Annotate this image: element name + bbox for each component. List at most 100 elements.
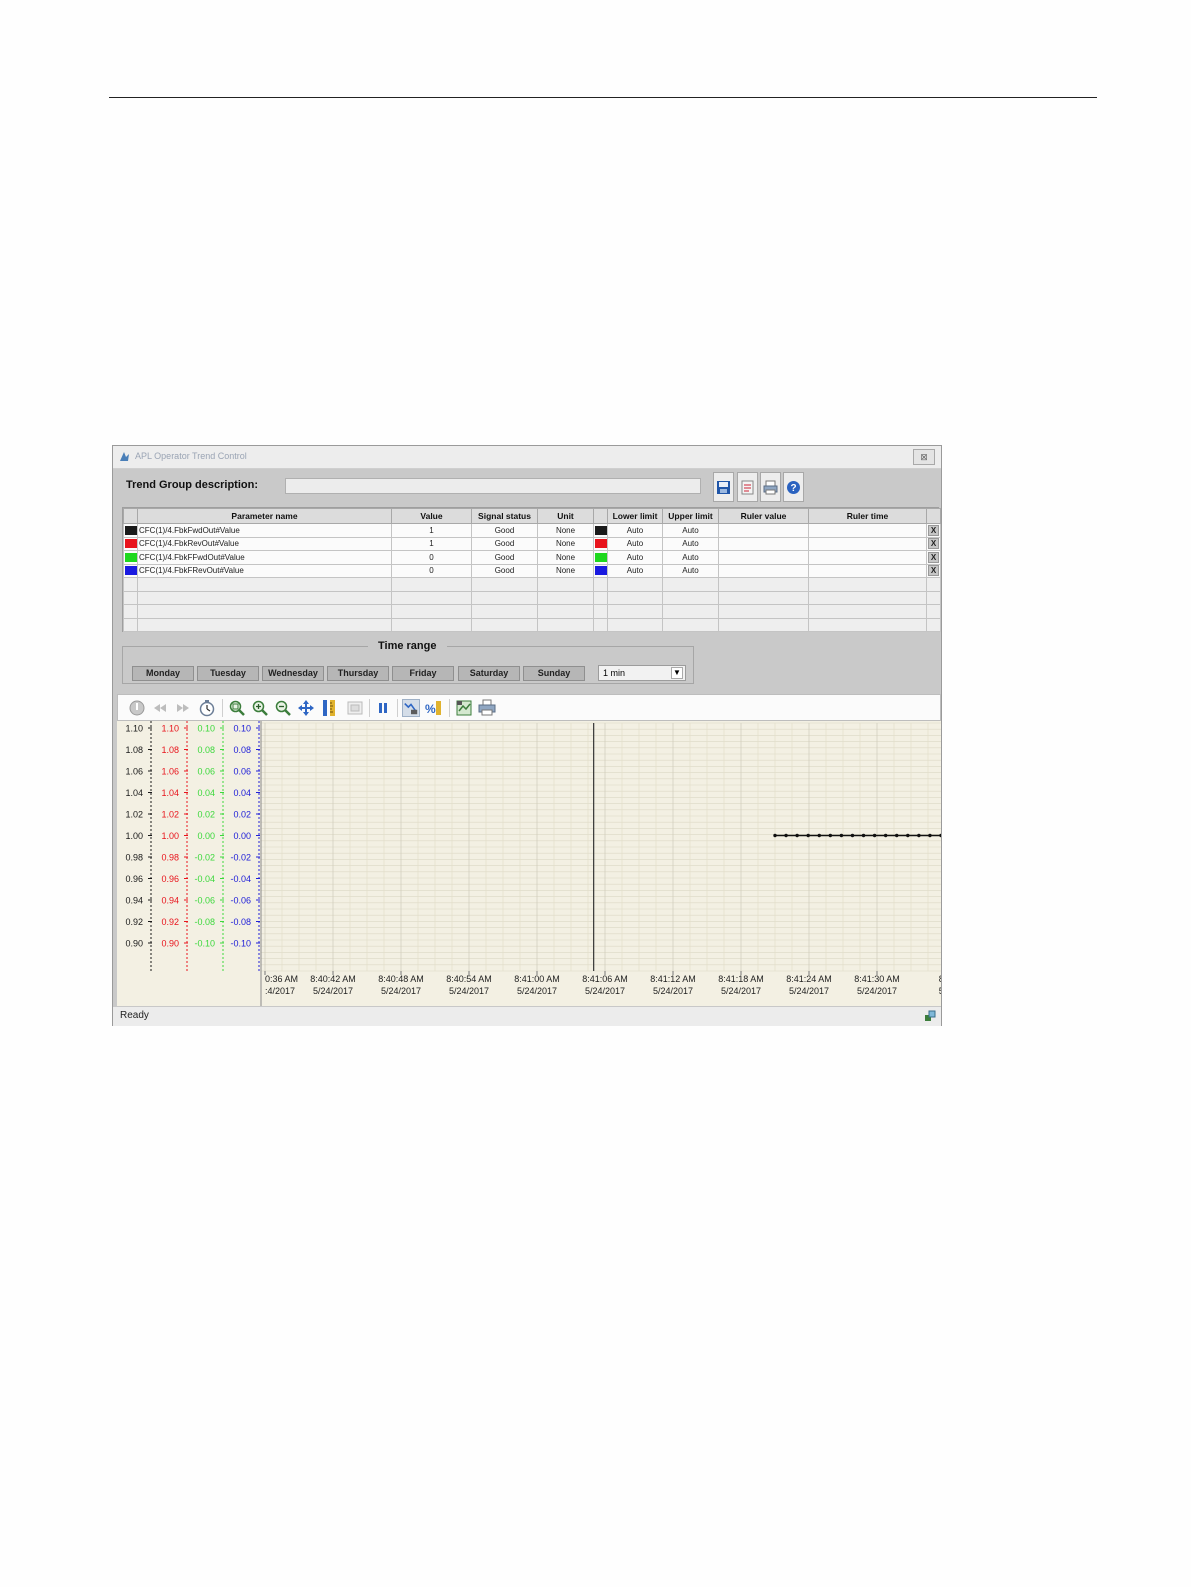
trend-chart[interactable]: 1.10 1.08 1.06 1.04 1.02 1.00 0.98 0.96 0.94 0.92…	[117, 721, 951, 1006]
pause-icon[interactable]	[374, 699, 392, 717]
ruler-icon[interactable]	[320, 699, 338, 717]
y-tick-label: 0.92	[125, 917, 143, 927]
scroll-forward-icon[interactable]	[174, 699, 192, 717]
y-tick-label: 1.10	[161, 724, 179, 734]
y-tick-label: -0.06	[230, 896, 251, 906]
table-row[interactable]: CFC(1)/4.FbkFRevOut#Value 0 Good None Auto Au…	[123, 563, 941, 578]
ruler-value-cell[interactable]	[718, 536, 809, 551]
column-header[interactable]: Ruler value	[718, 508, 809, 524]
upper-limit-cell[interactable]: Auto	[662, 523, 719, 538]
start-stop-icon[interactable]	[128, 699, 146, 717]
ruler-value-cell[interactable]	[718, 550, 809, 565]
x-tick-date: 5/24/2017	[789, 986, 829, 996]
column-header[interactable]: Upper limit	[662, 508, 719, 524]
y-tick-label: 1.06	[161, 767, 179, 777]
original-view-icon[interactable]	[346, 699, 364, 717]
column-header[interactable]: Value	[391, 508, 472, 524]
window-title: APL Operator Trend Control	[135, 451, 247, 461]
table-row[interactable]: CFC(1)/4.FbkFFwdOut#Value 0 Good None Auto Au…	[123, 550, 941, 565]
column-header[interactable]: Ruler time	[808, 508, 927, 524]
empty-cell	[593, 604, 608, 619]
percent-icon[interactable]: %	[424, 699, 442, 717]
empty-cell	[607, 604, 663, 619]
trend-group-input[interactable]	[285, 478, 701, 494]
column-header[interactable]: Unit	[537, 508, 594, 524]
remove-row-button[interactable]: X	[928, 538, 939, 550]
lower-limit-cell[interactable]: Auto	[607, 536, 663, 551]
value-cell: 0	[391, 563, 472, 578]
zoom-in-icon[interactable]	[251, 699, 269, 717]
empty-cell	[718, 590, 809, 605]
color-swatch[interactable]	[125, 566, 137, 576]
zoom-out-icon[interactable]	[274, 699, 292, 717]
trend-chart-svg: 1.10 1.08 1.06 1.04 1.02 1.00 0.98 0.96 0.94 0.92…	[117, 721, 951, 1006]
table-row[interactable]: CFC(1)/4.FbkFwdOut#Value 1 Good None Auto Aut…	[123, 523, 941, 538]
lower-limit-cell[interactable]: Auto	[607, 523, 663, 538]
empty-cell	[123, 590, 138, 605]
ruler-time-cell[interactable]	[808, 550, 927, 565]
chevron-down-icon[interactable]: ▼	[671, 667, 683, 679]
color-swatch[interactable]	[125, 525, 137, 535]
lower-limit-cell[interactable]: Auto	[607, 563, 663, 578]
y-tick-label: 0.94	[161, 896, 179, 906]
unit-cell: None	[537, 523, 594, 538]
network-status-icon	[925, 1010, 936, 1021]
series-point	[917, 833, 921, 838]
load-button[interactable]	[737, 472, 758, 502]
empty-cell	[808, 590, 927, 605]
save-button[interactable]	[713, 472, 734, 502]
online-trend-icon[interactable]	[402, 699, 420, 717]
upper-limit-cell[interactable]: Auto	[662, 563, 719, 578]
move-icon[interactable]	[297, 699, 315, 717]
limit-color-swatch[interactable]	[595, 525, 607, 535]
y-tick-label: 0.98	[161, 853, 179, 863]
x-tick-time: 8:41:06 AM	[582, 974, 628, 984]
print-trend-icon[interactable]	[478, 699, 496, 717]
limit-color-swatch[interactable]	[595, 552, 607, 562]
scroll-back-icon[interactable]	[151, 699, 169, 717]
column-header[interactable]: Signal status	[471, 508, 538, 524]
thursday-button[interactable]: Thursday	[327, 666, 389, 681]
column-header[interactable]: Parameter name	[137, 508, 392, 524]
ruler-time-cell[interactable]	[808, 523, 927, 538]
zoom-area-icon[interactable]	[228, 699, 246, 717]
column-header[interactable]: Lower limit	[607, 508, 663, 524]
remove-row-button[interactable]: X	[928, 524, 939, 536]
timer-icon[interactable]	[198, 699, 216, 717]
empty-cell	[808, 577, 927, 592]
series-point	[850, 833, 855, 838]
color-swatch[interactable]	[125, 539, 137, 549]
tuesday-button[interactable]: Tuesday	[197, 666, 259, 681]
export-icon[interactable]	[455, 699, 473, 717]
upper-limit-cell[interactable]: Auto	[662, 536, 719, 551]
y-tick-label: 0.10	[197, 724, 215, 734]
ruler-time-cell[interactable]	[808, 563, 927, 578]
monday-button[interactable]: Monday	[132, 666, 194, 681]
series-point	[906, 833, 910, 838]
parameter-name-cell: CFC(1)/4.FbkFwdOut#Value	[137, 523, 392, 538]
window-close-button[interactable]: ⊠	[913, 449, 935, 465]
saturday-button[interactable]: Saturday	[458, 666, 520, 681]
wednesday-button[interactable]: Wednesday	[262, 666, 324, 681]
print-button[interactable]	[760, 472, 781, 502]
color-swatch[interactable]	[125, 552, 137, 562]
remove-row-button[interactable]: X	[928, 551, 939, 563]
ruler-time-cell[interactable]	[808, 536, 927, 551]
upper-limit-cell[interactable]: Auto	[662, 550, 719, 565]
y-tick-label: -0.10	[230, 939, 251, 949]
x-tick-date: 5/24/2017	[585, 986, 625, 996]
ruler-value-cell[interactable]	[718, 523, 809, 538]
unit-cell: None	[537, 550, 594, 565]
remove-row-button[interactable]: X	[928, 565, 939, 577]
limit-color-swatch[interactable]	[595, 539, 607, 549]
ruler-value-cell[interactable]	[718, 563, 809, 578]
time-range-select[interactable]: 1 min ▼	[598, 665, 686, 681]
table-row[interactable]: CFC(1)/4.FbkRevOut#Value 1 Good None Auto Aut…	[123, 536, 941, 551]
friday-button[interactable]: Friday	[392, 666, 454, 681]
y-tick-label: 0.98	[125, 853, 143, 863]
lower-limit-cell[interactable]: Auto	[607, 550, 663, 565]
x-tick-date: 5/24/2017	[313, 986, 353, 996]
sunday-button[interactable]: Sunday	[523, 666, 585, 681]
limit-color-swatch[interactable]	[595, 566, 607, 576]
help-button[interactable]: ?	[783, 472, 804, 502]
